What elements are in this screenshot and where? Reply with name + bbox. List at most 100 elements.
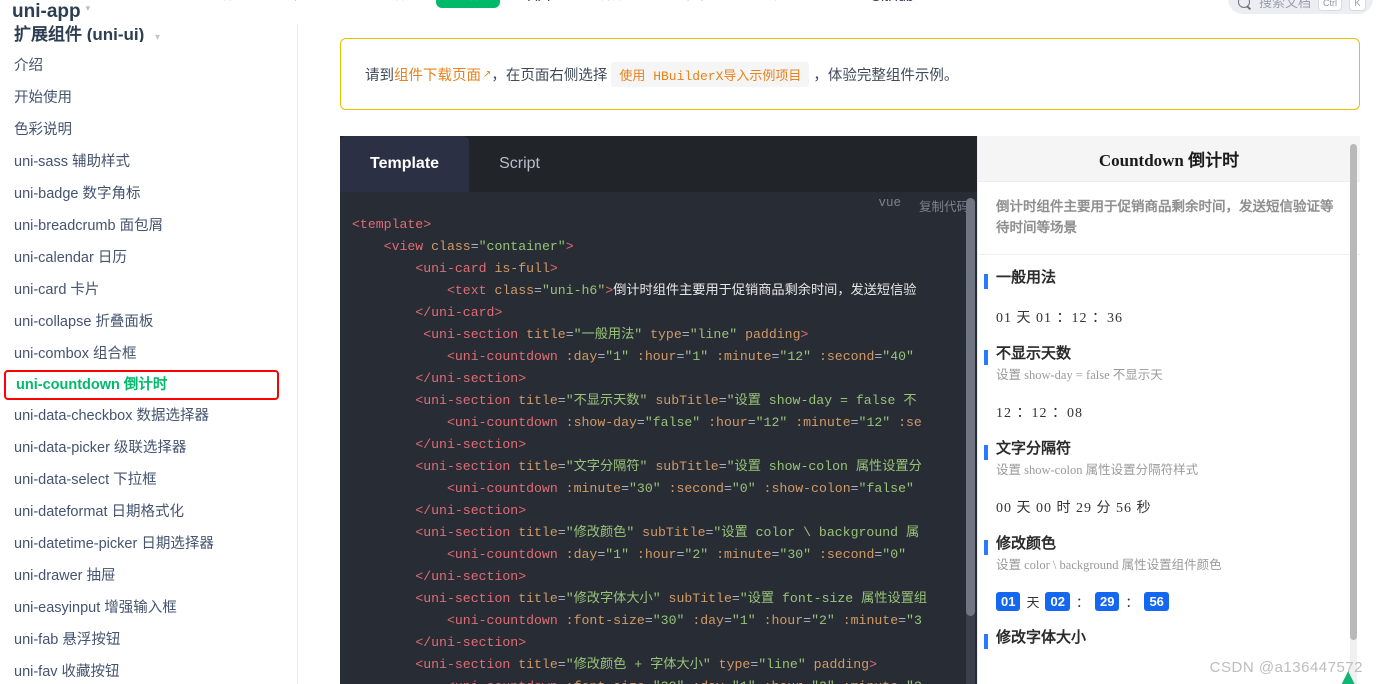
sidebar-item-getting-started[interactable]: 开始使用	[0, 82, 297, 114]
code-tabs: Template Script	[340, 136, 977, 192]
section-header: 修改颜色 设置 color \ background 属性设置组件颜色	[978, 535, 1360, 574]
countdown-unit: 天	[1026, 595, 1040, 610]
tip-middle: ，在页面右侧选择	[491, 67, 608, 84]
sidebar-heading[interactable]: 扩展组件 (uni-ui) ▾	[0, 24, 297, 42]
section-title: 一般用法	[996, 270, 1057, 286]
external-link-icon: ↗	[918, 0, 926, 1]
section-subtitle: 设置 show-colon 属性设置分隔符样式	[996, 463, 1199, 477]
preview-section-colors: 修改颜色 设置 color \ background 属性设置组件颜色 01 天 0…	[978, 521, 1360, 615]
search-box[interactable]: 搜索文档 Ctrl K	[1227, 0, 1373, 14]
nav-item-other-specs[interactable]: 其他规范 ▾	[741, 0, 843, 8]
sidebar-item-uni-data-picker[interactable]: uni-data-picker 级联选择器	[0, 432, 297, 464]
countdown-chip: 01	[996, 592, 1021, 611]
brand-label: uni-app	[12, 1, 81, 22]
code-language-label: vue	[878, 196, 901, 210]
sidebar-item-colors[interactable]: 色彩说明	[0, 114, 297, 146]
nav-item-engineering[interactable]: 工程化	[652, 0, 731, 8]
sidebar-item-uni-easyinput[interactable]: uni-easyinput 增强输入框	[0, 592, 297, 624]
top-navigation-bar: uni-app ▾ 介绍 教程 全局文件 组件 API 插件 工程化 其他规范 …	[0, 0, 1381, 24]
section-subtitle: 设置 color \ background 属性设置组件颜色	[996, 558, 1222, 572]
nav-item-plugins[interactable]: 插件	[578, 0, 643, 8]
nav-item-tutorial[interactable]: 教程	[260, 0, 324, 8]
sidebar-item-uni-breadcrumb[interactable]: uni-breadcrumb 面包屑	[0, 210, 297, 242]
chevron-down-icon: ▾	[155, 32, 161, 42]
brand-logo[interactable]: uni-app ▾	[0, 2, 186, 22]
nav-item-api[interactable]: API	[510, 0, 569, 8]
countdown-chip: 56	[1144, 592, 1169, 611]
sidebar-item-uni-sass[interactable]: uni-sass 辅助样式	[0, 146, 297, 178]
back-to-top-icon[interactable]: ▲	[1337, 664, 1359, 684]
nav-item-label: 组件	[454, 0, 482, 4]
section-title: 修改颜色	[996, 536, 1057, 552]
sidebar-item-intro[interactable]: 介绍	[0, 50, 297, 82]
sidebar-list: 介绍 开始使用 色彩说明 uni-sass 辅助样式 uni-badge 数字角…	[0, 46, 297, 684]
preview-section-font-size: 修改字体大小	[978, 615, 1360, 649]
countdown-chip: 02	[1045, 592, 1070, 611]
section-title: 修改字体大小	[996, 630, 1087, 646]
search-input[interactable]: 搜索文档	[1259, 0, 1311, 11]
nav-item-intro[interactable]: 介绍	[186, 0, 250, 8]
section-marker-icon	[984, 634, 988, 649]
nav-items: 介绍 教程 全局文件 组件 API 插件 工程化 其他规范 ▾ GitHub ↗	[186, 0, 1381, 24]
sidebar-item-uni-data-checkbox[interactable]: uni-data-checkbox 数据选择器	[0, 400, 297, 432]
nav-item-github[interactable]: GitHub ↗	[852, 0, 944, 8]
nav-item-label: API	[528, 0, 551, 4]
nav-item-components[interactable]: 组件	[436, 0, 500, 8]
copy-code-button[interactable]: 复制代码	[919, 196, 969, 215]
preview-title: Countdown 倒计时	[978, 136, 1360, 182]
preview-vertical-scrollbar[interactable]	[1350, 144, 1357, 684]
tip-prefix: 请到	[365, 67, 394, 84]
nav-item-label: 介绍	[204, 0, 232, 4]
nav-item-label: 教程	[278, 0, 306, 4]
sidebar-item-uni-dateformat[interactable]: uni-dateformat 日期格式化	[0, 496, 297, 528]
code-scroll-area[interactable]: <template> <view class="container"> <uni…	[340, 192, 977, 684]
sidebar-item-uni-collapse[interactable]: uni-collapse 折叠面板	[0, 306, 297, 338]
sidebar-item-uni-drawer[interactable]: uni-drawer 抽屉	[0, 560, 297, 592]
countdown-separator: ：	[1125, 595, 1139, 610]
nav-item-label: 全局文件	[352, 0, 408, 4]
section-header: 修改字体大小	[978, 629, 1360, 649]
code-toolbar: vue 复制代码	[878, 196, 969, 215]
component-download-link[interactable]: 组件下载页面	[394, 64, 481, 85]
tip-suffix: ，体验完整组件示例。	[813, 67, 959, 84]
tab-script[interactable]: Script	[469, 136, 570, 192]
section-header: 文字分隔符 设置 show-colon 属性设置分隔符样式	[978, 440, 1360, 479]
nav-item-global-files[interactable]: 全局文件	[334, 0, 426, 8]
sidebar-item-uni-combox[interactable]: uni-combox 组合框	[0, 338, 297, 370]
preview-description-card: 倒计时组件主要用于促销商品剩余时间，发送短信验证等待时间等场景	[978, 182, 1360, 255]
sidebar: 扩展组件 (uni-ui) ▾ 介绍 开始使用 色彩说明 uni-sass 辅助…	[0, 24, 298, 684]
code-vertical-scrollbar[interactable]	[966, 198, 975, 684]
sidebar-item-uni-badge[interactable]: uni-badge 数字角标	[0, 178, 297, 210]
search-icon	[1237, 0, 1252, 10]
sidebar-item-uni-calendar[interactable]: uni-calendar 日历	[0, 242, 297, 274]
section-marker-icon	[984, 445, 988, 460]
section-marker-icon	[984, 274, 988, 289]
nav-item-label: 插件	[597, 0, 625, 4]
sidebar-item-uni-data-select[interactable]: uni-data-select 下拉框	[0, 464, 297, 496]
countdown-display: 12 ：12 ：08	[996, 406, 1083, 421]
section-header: 不显示天数 设置 show-day = false 不显示天	[978, 345, 1360, 384]
chevron-down-icon: ▾	[820, 0, 825, 1]
sidebar-item-uni-fab[interactable]: uni-fab 悬浮按钮	[0, 624, 297, 656]
sidebar-item-uni-card[interactable]: uni-card 卡片	[0, 274, 297, 306]
nav-item-label: 其他规范	[759, 0, 815, 4]
sidebar-item-uni-fav[interactable]: uni-fav 收藏按钮	[0, 656, 297, 684]
preview-section-general: 一般用法 01 天 01 ：12 ：36	[978, 255, 1360, 331]
sidebar-item-uni-datetime-picker[interactable]: uni-datetime-picker 日期选择器	[0, 528, 297, 560]
section-title: 文字分隔符	[996, 441, 1072, 457]
section-subtitle: 设置 show-day = false 不显示天	[996, 368, 1163, 382]
preview-pane: Countdown 倒计时 倒计时组件主要用于促销商品剩余时间，发送短信验证等待…	[977, 136, 1360, 684]
tab-template[interactable]: Template	[340, 136, 470, 192]
code-pane: Template Script vue 复制代码 <template> <vie…	[340, 136, 977, 684]
demo-container: Template Script vue 复制代码 <template> <vie…	[340, 136, 1360, 684]
countdown-chip: 29	[1094, 592, 1120, 611]
sidebar-item-uni-countdown[interactable]: uni-countdown 倒计时	[4, 370, 279, 400]
section-marker-icon	[984, 350, 988, 365]
section-marker-icon	[984, 540, 988, 555]
preview-section-no-day: 不显示天数 设置 show-day = false 不显示天 12 ：12 ：0…	[978, 331, 1360, 426]
countdown-display-colored: 01 天 02 ： 29 ： 56	[978, 574, 1360, 615]
nav-item-label: GitHub	[870, 0, 914, 4]
page-root: uni-app ▾ 介绍 教程 全局文件 组件 API 插件 工程化 其他规范 …	[0, 0, 1381, 684]
tip-code-snippet: 使用 HBuilderX导入示例项目	[611, 61, 810, 87]
main-content: 请到 组件下载页面 ↗ ，在页面右侧选择 使用 HBuilderX导入示例项目 ，体验…	[298, 24, 1381, 684]
